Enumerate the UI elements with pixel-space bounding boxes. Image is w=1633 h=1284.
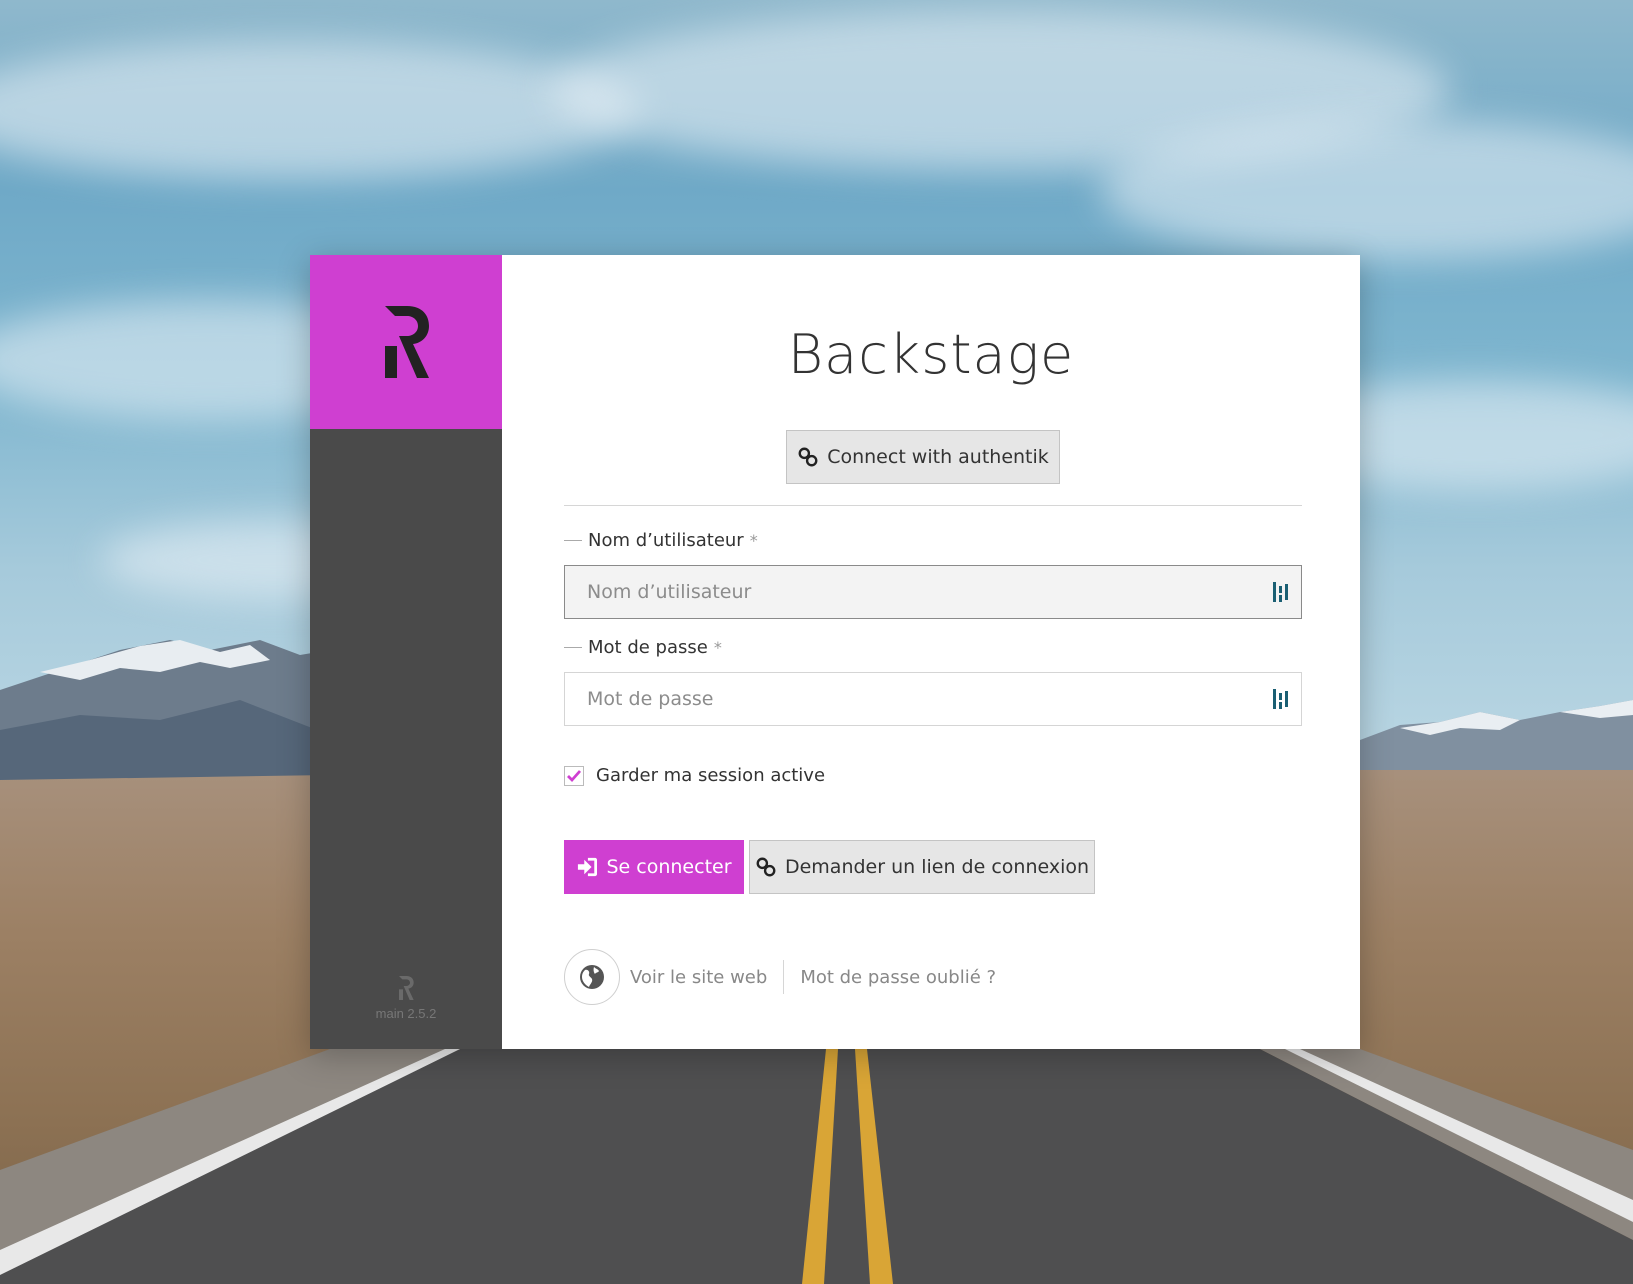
brand-logo-icon	[385, 306, 429, 378]
page-title: Backstage	[787, 323, 1075, 386]
login-panel: Backstage Connect with authentik Nom d’u…	[502, 255, 1360, 1049]
forgot-password-link[interactable]: Mot de passe oublié ?	[800, 967, 996, 988]
login-card: main 2.5.2 Backstage Connect with authen…	[310, 255, 1360, 1049]
label-dash	[564, 540, 582, 541]
connect-authentik-label: Connect with authentik	[827, 446, 1049, 468]
magic-link-label: Demander un lien de connexion	[784, 856, 1090, 878]
password-input[interactable]	[564, 672, 1302, 726]
footer-separator	[783, 960, 785, 994]
required-mark: *	[749, 531, 758, 550]
sign-in-icon	[578, 857, 598, 877]
version-label: main 2.5.2	[375, 1006, 437, 1021]
login-submit-label: Se connecter	[606, 856, 732, 878]
username-input[interactable]	[564, 565, 1302, 619]
password-field-wrapper	[564, 672, 1302, 726]
sidebar: main 2.5.2	[310, 255, 502, 1049]
password-label-text: Mot de passe	[588, 637, 708, 658]
magic-link-button[interactable]: Demander un lien de connexion	[749, 840, 1095, 894]
password-manager-icon[interactable]	[1272, 687, 1290, 715]
password-label: Mot de passe *	[564, 637, 722, 658]
login-submit-button[interactable]: Se connecter	[564, 840, 744, 894]
sidebar-footer: main 2.5.2	[310, 976, 502, 1021]
remember-me-row[interactable]: Garder ma session active	[564, 765, 825, 786]
connect-authentik-button[interactable]: Connect with authentik	[786, 430, 1060, 484]
globe-icon	[580, 965, 604, 989]
small-logo-icon	[399, 976, 414, 1000]
username-label-text: Nom d’utilisateur	[588, 530, 744, 551]
username-label: Nom d’utilisateur *	[564, 530, 758, 551]
checkmark-icon	[567, 769, 582, 782]
remember-me-label: Garder ma session active	[596, 765, 826, 786]
link-icon	[798, 447, 818, 467]
footer-links: Voir le site web Mot de passe oublié ?	[564, 949, 996, 1005]
label-dash	[564, 647, 582, 648]
username-field-wrapper	[564, 565, 1302, 619]
brand-block	[310, 255, 502, 429]
required-mark: *	[713, 638, 722, 657]
remember-me-checkbox[interactable]	[564, 765, 584, 786]
link-icon	[756, 857, 776, 877]
divider	[564, 505, 1302, 506]
password-manager-icon[interactable]	[1272, 580, 1290, 608]
website-link[interactable]: Voir le site web	[630, 967, 767, 988]
website-button[interactable]	[564, 949, 620, 1005]
